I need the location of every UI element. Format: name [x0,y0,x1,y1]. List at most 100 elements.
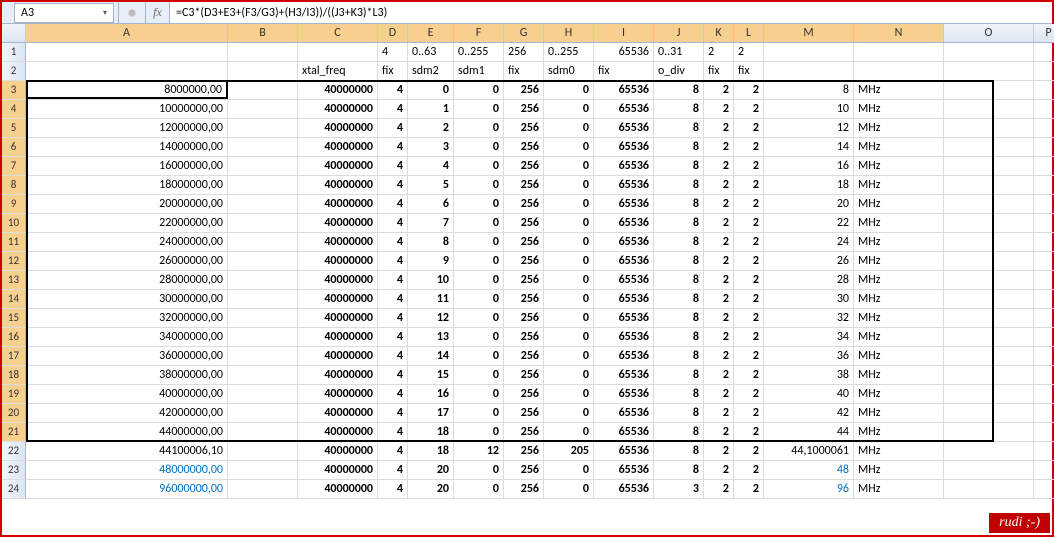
cell-E1[interactable]: 0..63 [408,43,454,61]
cell-J1[interactable]: 0..31 [654,43,704,61]
cell-J9[interactable]: 8 [654,195,704,213]
cell-H2[interactable]: sdm0 [544,62,594,80]
cell-F1[interactable]: 0..255 [454,43,504,61]
cell-L9[interactable]: 2 [734,195,764,213]
cell-D5[interactable]: 4 [378,119,408,137]
cell-I5[interactable]: 65536 [594,119,654,137]
cell-F5[interactable]: 0 [454,119,504,137]
cell-D24[interactable]: 4 [378,480,408,498]
cell-M3[interactable]: 8 [764,81,854,99]
cell-N12[interactable]: MHz [854,252,944,270]
cell-K14[interactable]: 2 [704,290,734,308]
select-all-corner[interactable] [2,24,26,42]
cell-J3[interactable]: 8 [654,81,704,99]
cell-G6[interactable]: 256 [504,138,544,156]
cell-P5[interactable] [1034,119,1054,137]
cell-H14[interactable]: 0 [544,290,594,308]
cell-G24[interactable]: 256 [504,480,544,498]
cell-N8[interactable]: MHz [854,176,944,194]
cell-K12[interactable]: 2 [704,252,734,270]
cell-M9[interactable]: 20 [764,195,854,213]
cell-O5[interactable] [944,119,1034,137]
cell-F13[interactable]: 0 [454,271,504,289]
col-header-E[interactable]: E [408,24,454,42]
cell-N23[interactable]: MHz [854,461,944,479]
cell-F11[interactable]: 0 [454,233,504,251]
cell-O2[interactable] [944,62,1034,80]
cell-M18[interactable]: 38 [764,366,854,384]
cell-C15[interactable]: 40000000 [298,309,378,327]
cell-J14[interactable]: 8 [654,290,704,308]
cell-O20[interactable] [944,404,1034,422]
cell-M8[interactable]: 18 [764,176,854,194]
cell-L3[interactable]: 2 [734,81,764,99]
cell-L10[interactable]: 2 [734,214,764,232]
cell-A13[interactable]: 28000000,00 [26,271,228,289]
cell-N7[interactable]: MHz [854,157,944,175]
cell-I16[interactable]: 65536 [594,328,654,346]
cell-F22[interactable]: 12 [454,442,504,460]
cell-M20[interactable]: 42 [764,404,854,422]
cell-G21[interactable]: 256 [504,423,544,441]
cell-M13[interactable]: 28 [764,271,854,289]
cell-B20[interactable] [228,404,298,422]
row-header-24[interactable]: 24 [2,480,26,498]
cell-I4[interactable]: 65536 [594,100,654,118]
cell-J19[interactable]: 8 [654,385,704,403]
cell-M1[interactable] [764,43,854,61]
name-box[interactable]: A3 [14,3,114,23]
cell-A19[interactable]: 40000000,00 [26,385,228,403]
cell-A11[interactable]: 24000000,00 [26,233,228,251]
cell-C21[interactable]: 40000000 [298,423,378,441]
cell-A5[interactable]: 12000000,00 [26,119,228,137]
cell-H8[interactable]: 0 [544,176,594,194]
cell-H17[interactable]: 0 [544,347,594,365]
cell-K6[interactable]: 2 [704,138,734,156]
cell-M19[interactable]: 40 [764,385,854,403]
cell-G2[interactable]: fix [504,62,544,80]
cell-K5[interactable]: 2 [704,119,734,137]
cell-A18[interactable]: 38000000,00 [26,366,228,384]
cell-G16[interactable]: 256 [504,328,544,346]
cell-E4[interactable]: 1 [408,100,454,118]
cell-I18[interactable]: 65536 [594,366,654,384]
cell-B12[interactable] [228,252,298,270]
cell-G11[interactable]: 256 [504,233,544,251]
cell-B1[interactable] [228,43,298,61]
row-header-10[interactable]: 10 [2,214,26,232]
cell-B17[interactable] [228,347,298,365]
row-header-6[interactable]: 6 [2,138,26,156]
cell-H3[interactable]: 0 [544,81,594,99]
cell-N24[interactable]: MHz [854,480,944,498]
cell-G3[interactable]: 256 [504,81,544,99]
cell-M17[interactable]: 36 [764,347,854,365]
cell-I2[interactable]: fix [594,62,654,80]
cell-F17[interactable]: 0 [454,347,504,365]
cell-M15[interactable]: 32 [764,309,854,327]
cell-H6[interactable]: 0 [544,138,594,156]
cell-L18[interactable]: 2 [734,366,764,384]
cell-E7[interactable]: 4 [408,157,454,175]
cell-K13[interactable]: 2 [704,271,734,289]
col-header-M[interactable]: M [764,24,854,42]
cell-O8[interactable] [944,176,1034,194]
cell-B19[interactable] [228,385,298,403]
cell-B11[interactable] [228,233,298,251]
cell-F3[interactable]: 0 [454,81,504,99]
cell-B5[interactable] [228,119,298,137]
cell-C6[interactable]: 40000000 [298,138,378,156]
cell-O22[interactable] [944,442,1034,460]
cell-I12[interactable]: 65536 [594,252,654,270]
cell-A22[interactable]: 44100006,10 [26,442,228,460]
cell-P10[interactable] [1034,214,1054,232]
cell-H20[interactable]: 0 [544,404,594,422]
cell-L20[interactable]: 2 [734,404,764,422]
cell-H23[interactable]: 0 [544,461,594,479]
col-header-G[interactable]: G [504,24,544,42]
cell-M2[interactable] [764,62,854,80]
cell-E21[interactable]: 18 [408,423,454,441]
cell-C16[interactable]: 40000000 [298,328,378,346]
cell-I1[interactable]: 65536 [594,43,654,61]
cell-N20[interactable]: MHz [854,404,944,422]
cell-D3[interactable]: 4 [378,81,408,99]
